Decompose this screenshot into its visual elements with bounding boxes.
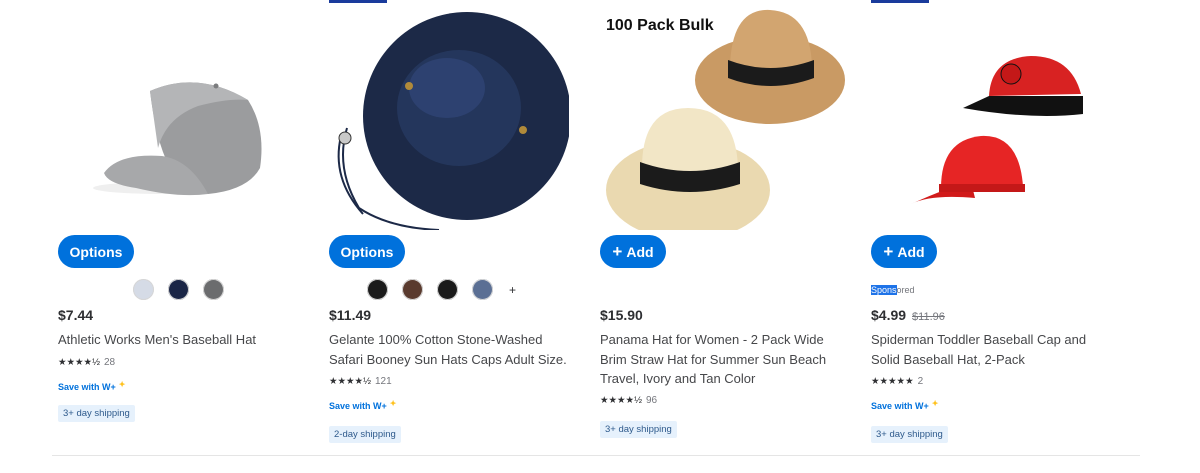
color-swatches [133,279,224,300]
top-indicator [871,0,929,3]
product-card-2: Options + $11.49 Gelante 100% Cotton Sto… [329,0,579,460]
was-price: $11.96 [912,311,945,323]
product-title[interactable]: Athletic Works Men's Baseball Hat [58,330,303,350]
product-rating: ★★★★★ 2 [871,376,923,387]
product-title[interactable]: Panama Hat for Women - 2 Pack Wide Brim … [600,330,845,389]
bucket-hat-image[interactable] [329,8,569,230]
product-price: $11.49 [329,307,372,323]
color-swatch-blue[interactable] [472,279,493,300]
color-swatch-gray[interactable] [203,279,224,300]
top-indicator [329,0,387,3]
product-card-1: Options $7.44 Athletic Works Men's Baseb… [58,0,308,460]
plus-icon: + [612,242,623,261]
options-button[interactable]: Options [329,235,405,268]
baseball-cap-image[interactable] [58,8,288,230]
more-swatches-link[interactable]: + [509,283,516,297]
shipping-badge: 2-day shipping [329,426,401,443]
shipping-badge: 3+ day shipping [58,405,135,422]
plus-icon: + [883,242,894,261]
product-price: $7.44 [58,307,94,323]
walmart-plus-icon: ✦ [931,399,939,408]
product-title[interactable]: Gelante 100% Cotton Stone-Washed Safari … [329,330,574,369]
color-swatch-brown[interactable] [402,279,423,300]
rating-count: 96 [646,395,658,406]
sponsored-label: Sponsored [871,285,915,295]
product-title[interactable]: Spiderman Toddler Baseball Cap and Solid… [871,330,1116,369]
save-with-walmart-plus[interactable]: Save with W+ ✦ [329,399,396,413]
save-with-walmart-plus[interactable]: Save with W+ ✦ [871,399,938,413]
spiderman-cap-image[interactable] [871,8,1101,230]
shipping-badge: 3+ day shipping [600,421,677,438]
product-card-4: + Add Sponsored $4.99 $11.96 Spiderman Tod… [871,0,1121,460]
product-price: $4.99 $11.96 [871,307,945,323]
color-swatches: + [367,279,516,300]
walmart-plus-icon: ✦ [389,399,397,408]
color-swatch-navy[interactable] [168,279,189,300]
product-card-3: 100 Pack Bulk + Add $15.90 Panama Hat for… [600,0,850,460]
color-swatch-black[interactable] [367,279,388,300]
star-rating-icon: ★★★★½ [58,357,100,368]
color-swatch-light-gray[interactable] [133,279,154,300]
add-to-cart-button[interactable]: + Add [600,235,666,268]
rating-count: 121 [375,376,392,387]
star-rating-icon: ★★★★½ [600,395,642,406]
rating-count: 2 [917,376,924,387]
star-rating-icon: ★★★★½ [329,376,371,387]
rating-count: 28 [104,357,116,368]
add-to-cart-button[interactable]: + Add [871,235,937,268]
walmart-plus-icon: ✦ [118,380,126,389]
product-rating: ★★★★½ 121 [329,376,392,387]
product-price: $15.90 [600,307,643,323]
divider [52,455,1140,456]
panama-hat-image[interactable] [600,8,850,230]
star-rating-icon: ★★★★★ [871,376,914,387]
product-rating: ★★★★½ 28 [58,357,115,368]
shipping-badge: 3+ day shipping [871,426,948,443]
color-swatch-dark[interactable] [437,279,458,300]
product-rating: ★★★★½ 96 [600,395,657,406]
save-with-walmart-plus[interactable]: Save with W+ ✦ [58,380,125,394]
options-button[interactable]: Options [58,235,134,268]
